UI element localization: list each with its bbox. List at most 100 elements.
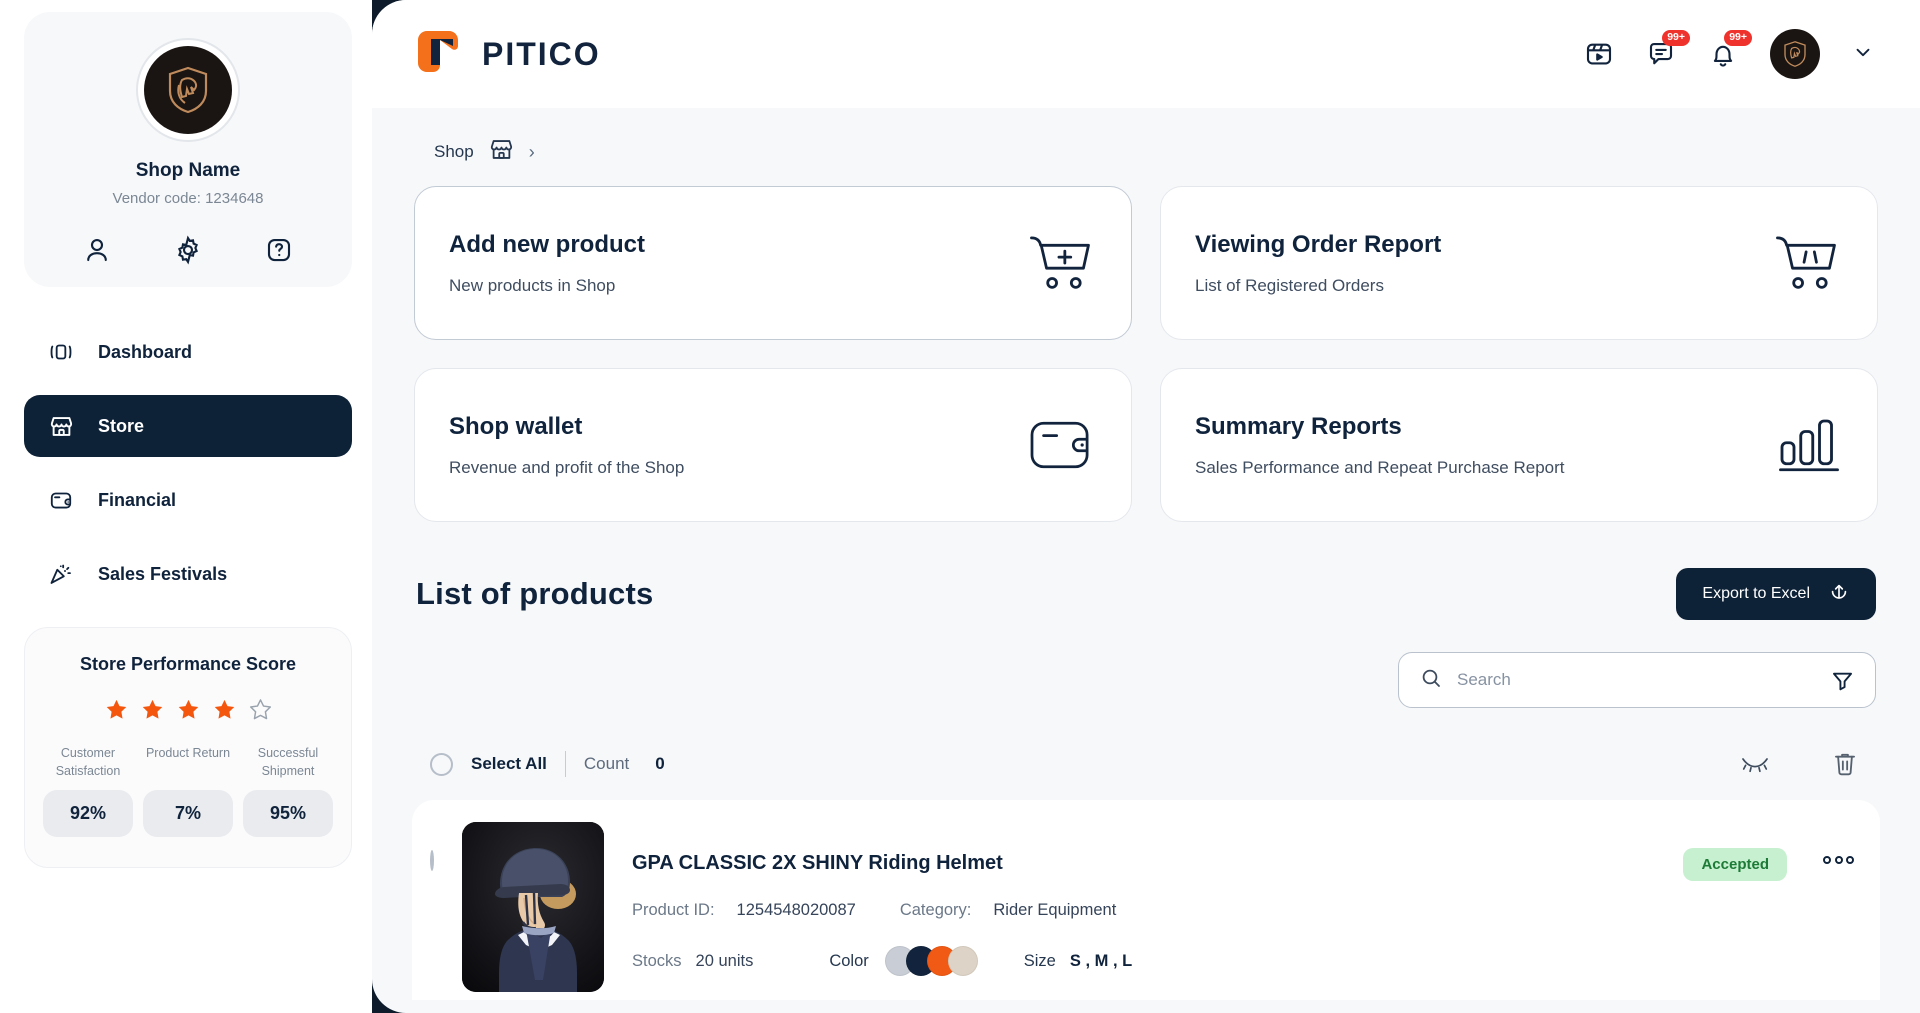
star-icon-filled	[214, 699, 234, 719]
rating-stars	[43, 697, 333, 722]
count-value: 0	[655, 754, 665, 773]
sidebar-item-store[interactable]: Store	[24, 395, 352, 457]
sidebar-item-dashboard[interactable]: Dashboard	[24, 321, 352, 383]
chat-icon[interactable]: 99+	[1646, 30, 1690, 69]
store-icon	[488, 136, 515, 168]
avatar[interactable]	[1770, 29, 1820, 79]
card-title: Add new product	[449, 230, 645, 258]
metric-item: Customer Satisfaction 92%	[43, 744, 133, 838]
sidebar: Shop Name Vendor code: 1234648 Dashboard…	[0, 0, 372, 1013]
search-row	[412, 652, 1880, 708]
card-title: Summary Reports	[1195, 412, 1402, 440]
product-list-item: GPA CLASSIC 2X SHINY Riding Helmet Produ…	[412, 800, 1880, 1000]
color-label: Color	[829, 951, 869, 970]
sidebar-item-label: Store	[98, 415, 145, 436]
metric-item: Successful Shipment 95%	[243, 744, 333, 838]
card-title: Viewing Order Report	[1195, 230, 1442, 258]
bell-badge: 99+	[1724, 30, 1752, 46]
summary-reports-card[interactable]: Summary Reports Sales Performance and Re…	[1160, 368, 1878, 522]
select-all-checkbox[interactable]	[430, 752, 453, 776]
export-label: Export to Excel	[1702, 585, 1810, 602]
chevron-down-icon[interactable]	[1852, 41, 1874, 68]
cart-plus-icon	[1025, 232, 1097, 294]
star-icon-filled	[178, 699, 198, 719]
color-swatch[interactable]	[947, 946, 978, 976]
page-title: List of products	[416, 576, 654, 611]
product-meta-row-2: Stocks 20 units Color Size S , M , L	[632, 946, 1655, 976]
breadcrumb-separator: ›	[528, 141, 535, 162]
metric-label: Product Return	[145, 746, 231, 760]
card-subtitle: New products in Shop	[449, 275, 616, 295]
product-title: GPA CLASSIC 2X SHINY Riding Helmet	[632, 852, 1003, 874]
search-icon	[1419, 666, 1443, 695]
sidebar-item-label: Dashboard	[98, 341, 193, 362]
brand[interactable]: PITICO	[412, 26, 601, 83]
metric-label: Successful Shipment	[257, 746, 319, 779]
select-all-label: Select All	[471, 754, 547, 773]
viewing-order-report-card[interactable]: Viewing Order Report List of Registered …	[1160, 186, 1878, 340]
product-meta-row-1: Product ID: 1254548020087 Category: Ride…	[632, 901, 1655, 920]
stocks-value: 20 units	[695, 951, 754, 970]
sidebar-item-financial[interactable]: Financial	[24, 469, 352, 531]
main-panel: PITICO 99+ 99+ Shop › Add new product Ne…	[372, 0, 1920, 1013]
gear-icon[interactable]	[173, 235, 203, 265]
shop-profile-card: Shop Name Vendor code: 1234648	[24, 12, 352, 287]
star-icon-empty	[249, 699, 271, 720]
wallet-icon	[46, 487, 76, 513]
cart-lines-icon	[1771, 232, 1843, 294]
help-icon[interactable]	[264, 235, 294, 265]
status-badge: Accepted	[1683, 848, 1787, 881]
wallet-icon	[1025, 416, 1097, 474]
more-options-icon[interactable]	[1823, 848, 1854, 864]
store-performance-card: Store Performance Score Customer Satisfa…	[24, 627, 352, 869]
export-to-excel-button[interactable]: Export to Excel	[1676, 568, 1876, 620]
size-label: Size	[1023, 951, 1056, 970]
performance-metrics: Customer Satisfaction 92% Product Return…	[43, 744, 333, 838]
pitico-logo-icon	[412, 26, 464, 83]
sidebar-nav: Dashboard Store Financial Sales Festival…	[24, 321, 352, 605]
action-cards-grid: Add new product New products in Shop Vie…	[412, 186, 1880, 522]
sidebar-item-label: Financial	[98, 489, 177, 510]
toolbar-divider	[564, 751, 566, 777]
shop-name: Shop Name	[135, 160, 241, 181]
breadcrumb-label[interactable]: Shop	[434, 142, 474, 162]
metric-label: Customer Satisfaction	[55, 746, 121, 779]
media-play-icon[interactable]	[1584, 39, 1614, 69]
confetti-icon	[46, 561, 76, 587]
add-new-product-card[interactable]: Add new product New products in Shop	[414, 186, 1132, 340]
horse-shield-logo-icon	[144, 46, 232, 134]
bell-icon[interactable]: 99+	[1708, 30, 1752, 69]
product-id-label: Product ID:	[632, 901, 715, 919]
star-icon-filled	[106, 699, 126, 719]
profile-actions	[44, 235, 332, 265]
eye-closed-icon[interactable]	[1740, 753, 1770, 775]
sidebar-item-sales-festivals[interactable]: Sales Festivals	[24, 543, 352, 605]
product-id-value: 1254548020087	[736, 901, 856, 919]
stocks-label: Stocks	[632, 951, 682, 970]
select-all-group: Select All Count 0	[430, 751, 665, 777]
search-input[interactable]	[1457, 670, 1816, 690]
metric-value: 95%	[243, 790, 333, 838]
bar-chart-icon	[1775, 415, 1843, 475]
shop-wallet-card[interactable]: Shop wallet Revenue and profit of the Sh…	[414, 368, 1132, 522]
count-label: Count	[583, 754, 630, 773]
breadcrumb: Shop ›	[412, 108, 1880, 186]
product-actions: Accepted	[1683, 822, 1854, 1000]
toolbar-actions	[1740, 750, 1858, 778]
category-value: Rider Equipment	[993, 901, 1117, 919]
metric-value: 92%	[43, 790, 133, 838]
product-select-wrap	[430, 822, 434, 1000]
metric-item: Product Return 7%	[143, 744, 233, 837]
metric-value: 7%	[143, 790, 233, 837]
card-subtitle: List of Registered Orders	[1195, 275, 1384, 295]
search-box[interactable]	[1398, 652, 1876, 708]
user-icon[interactable]	[82, 235, 112, 265]
product-details: GPA CLASSIC 2X SHINY Riding Helmet Produ…	[632, 822, 1655, 1000]
product-checkbox[interactable]	[430, 850, 434, 871]
content-area: Shop › Add new product New products in S…	[372, 108, 1920, 1000]
topbar: PITICO 99+ 99+	[372, 0, 1920, 108]
filter-icon[interactable]	[1830, 668, 1855, 693]
chat-badge: 99+	[1662, 30, 1690, 46]
trash-icon[interactable]	[1832, 750, 1858, 778]
product-thumbnail[interactable]	[462, 822, 604, 992]
